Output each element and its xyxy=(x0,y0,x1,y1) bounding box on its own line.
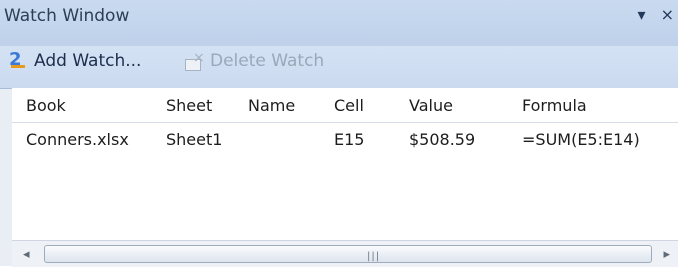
scrollbar-grip-icon: ||| xyxy=(367,251,381,262)
watch-table: Book Sheet Name Cell Value Formula Conne… xyxy=(12,88,678,240)
row-book-value: Conners.xlsx xyxy=(26,130,129,149)
column-header-sheet[interactable]: Sheet xyxy=(166,96,212,115)
window-controls: ▾ × xyxy=(627,5,674,24)
table-header-row: Book Sheet Name Cell Value Formula xyxy=(12,88,678,123)
add-watch-label: Add Watch... xyxy=(34,51,142,71)
row-sheet-value: Sheet1 xyxy=(166,130,223,149)
scroll-right-icon[interactable]: ▸ xyxy=(663,247,670,262)
close-icon[interactable]: × xyxy=(661,5,674,24)
scrollbar-thumb[interactable]: ||| xyxy=(44,245,652,263)
delete-watch-button[interactable]: Delete Watch xyxy=(184,50,325,71)
row-cell-value: E15 xyxy=(334,130,365,149)
row-formula-value: =SUM(E5:E14) xyxy=(522,130,640,149)
watch-window: Watch Window ▾ × Add Watch... Delete Wat… xyxy=(0,0,678,267)
add-watch-button[interactable]: Add Watch... xyxy=(8,49,142,71)
dropdown-icon[interactable]: ▾ xyxy=(637,5,645,24)
column-header-book[interactable]: Book xyxy=(26,96,66,115)
delete-watch-label: Delete Watch xyxy=(210,51,325,71)
column-header-cell[interactable]: Cell xyxy=(334,96,364,115)
toolbar: Add Watch... Delete Watch xyxy=(0,46,678,89)
delete-watch-icon xyxy=(184,50,205,71)
window-title: Watch Window xyxy=(4,6,130,26)
column-header-name[interactable]: Name xyxy=(248,96,295,115)
column-header-value[interactable]: Value xyxy=(409,96,453,115)
column-header-formula[interactable]: Formula xyxy=(522,96,587,115)
horizontal-scrollbar[interactable]: ◂ ||| ▸ xyxy=(12,240,678,267)
scroll-left-icon[interactable]: ◂ xyxy=(23,247,30,262)
title-bar[interactable]: Watch Window ▾ × xyxy=(0,0,678,46)
table-row[interactable]: Conners.xlsx Sheet1 E15 $508.59 =SUM(E5:… xyxy=(12,122,678,156)
row-value-value: $508.59 xyxy=(409,130,476,149)
add-watch-icon xyxy=(8,49,28,71)
